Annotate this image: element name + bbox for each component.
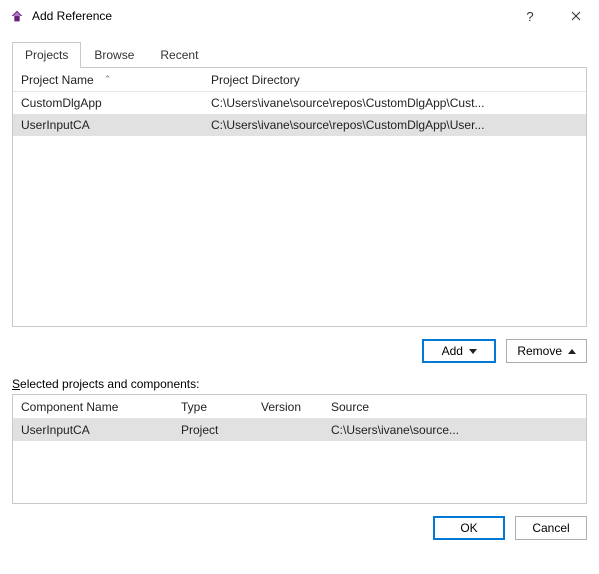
remove-button-label: Remove <box>517 344 562 358</box>
close-button[interactable] <box>553 0 599 32</box>
add-button-label: Add <box>442 344 463 358</box>
col-header-project-dir-label: Project Directory <box>211 73 300 87</box>
component-name-cell: UserInputCA <box>15 423 175 437</box>
project-row[interactable]: CustomDlgAppC:\Users\ivane\source\repos\… <box>13 92 586 114</box>
col-header-component-name[interactable]: Component Name <box>15 400 175 414</box>
component-source-cell: C:\Users\ivane\source... <box>325 423 586 437</box>
project-name-cell: CustomDlgApp <box>15 96 205 110</box>
project-name-cell: UserInputCA <box>15 118 205 132</box>
col-header-type[interactable]: Type <box>175 400 255 414</box>
selected-component-row[interactable]: UserInputCAProject C:\Users\ivane\source.… <box>13 419 586 441</box>
project-dir-cell: C:\Users\ivane\source\repos\CustomDlgApp… <box>205 96 586 110</box>
selected-grid-body[interactable]: UserInputCAProject C:\Users\ivane\source.… <box>13 419 586 503</box>
remove-button[interactable]: Remove <box>506 339 587 363</box>
chevron-up-icon <box>568 349 576 354</box>
project-row[interactable]: UserInputCAC:\Users\ivane\source\repos\C… <box>13 114 586 136</box>
window-title: Add Reference <box>32 9 507 23</box>
tabs: Projects Browse Recent <box>12 42 587 68</box>
title-bar: Add Reference ? <box>0 0 599 32</box>
projects-grid-header: Project Name ⌃ Project Directory <box>13 68 586 92</box>
col-header-project-name-label: Project Name <box>21 73 94 87</box>
col-header-source[interactable]: Source <box>325 400 586 414</box>
tab-projects[interactable]: Projects <box>12 42 81 68</box>
add-button[interactable]: Add <box>422 339 496 363</box>
projects-grid-body[interactable]: CustomDlgAppC:\Users\ivane\source\repos\… <box>13 92 586 326</box>
component-type-cell: Project <box>175 423 255 437</box>
selected-components-label: Selected projects and components: <box>12 377 199 391</box>
col-header-project-name[interactable]: Project Name ⌃ <box>15 73 205 87</box>
help-button[interactable]: ? <box>507 0 553 32</box>
sort-asc-icon: ⌃ <box>104 74 112 85</box>
app-icon <box>8 7 26 25</box>
cancel-button[interactable]: Cancel <box>515 516 587 540</box>
col-header-project-dir[interactable]: Project Directory <box>205 73 586 87</box>
selected-grid: Component Name Type Version Source UserI… <box>12 394 587 504</box>
tab-browse[interactable]: Browse <box>81 42 147 68</box>
col-header-version[interactable]: Version <box>255 400 325 414</box>
project-dir-cell: C:\Users\ivane\source\repos\CustomDlgApp… <box>205 118 586 132</box>
ok-button[interactable]: OK <box>433 516 505 540</box>
selected-grid-header: Component Name Type Version Source <box>13 395 586 419</box>
projects-grid: Project Name ⌃ Project Directory CustomD… <box>12 67 587 327</box>
tab-recent[interactable]: Recent <box>147 42 211 68</box>
chevron-down-icon <box>469 349 477 354</box>
